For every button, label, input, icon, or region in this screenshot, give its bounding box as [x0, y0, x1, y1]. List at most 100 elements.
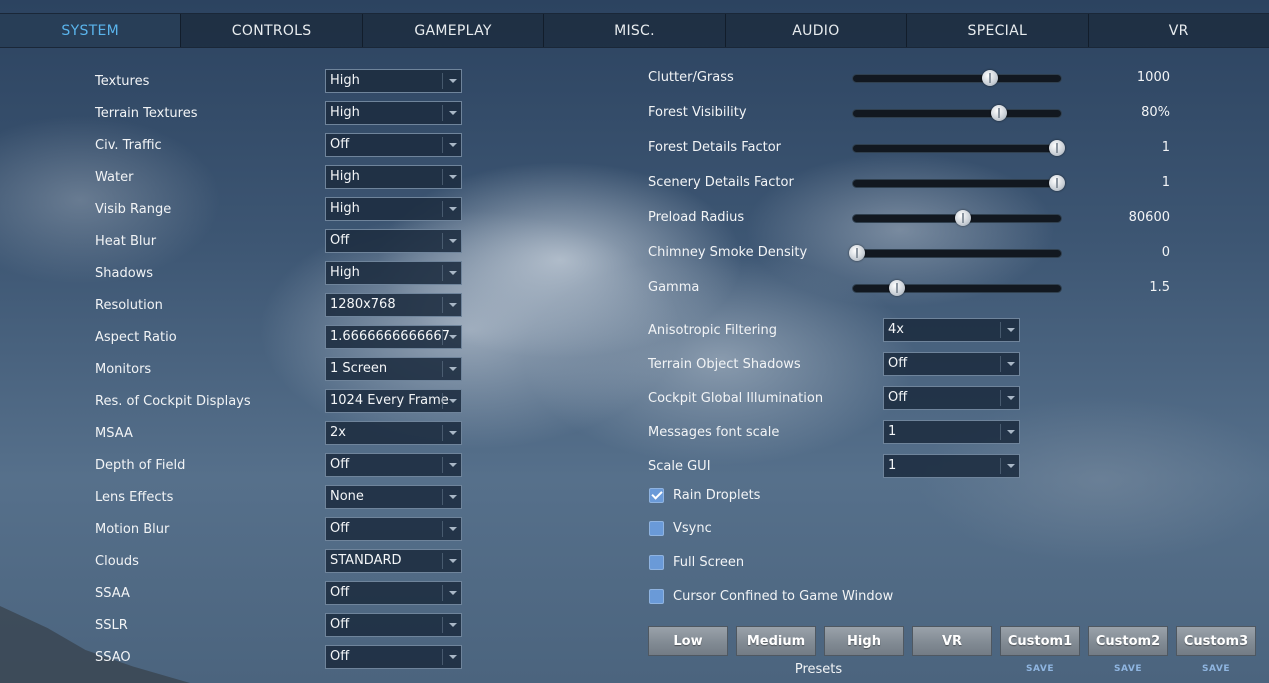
dropdown-value: Off	[330, 585, 350, 600]
setting-label: SSAA	[95, 586, 130, 601]
setting-label: Monitors	[95, 362, 152, 377]
setting-label: Visib Range	[95, 202, 172, 217]
sslr-dropdown[interactable]: Off	[325, 613, 462, 637]
setting-label: Aspect Ratio	[95, 330, 177, 345]
depth-of-field-dropdown[interactable]: Off	[325, 453, 462, 477]
vsync-checkbox[interactable]	[649, 521, 664, 536]
ssaa-dropdown[interactable]: Off	[325, 581, 462, 605]
cursor-confined-to-game-window-checkbox[interactable]	[649, 589, 664, 604]
terrain-object-shadows-dropdown[interactable]: Off	[883, 352, 1020, 376]
messages-font-scale-dropdown[interactable]: 1	[883, 420, 1020, 444]
slider-thumb[interactable]	[990, 105, 1007, 121]
preset-low-button[interactable]: Low	[648, 626, 728, 656]
res-of-cockpit-displays-dropdown[interactable]: 1024 Every Frame	[325, 389, 462, 413]
anisotropic-filtering-dropdown[interactable]: 4x	[883, 318, 1020, 342]
presets-label: Presets	[794, 662, 843, 677]
setting-row-motion-blur: Motion Blur Off	[95, 517, 462, 543]
lens-effects-dropdown[interactable]: None	[325, 485, 462, 509]
clouds-dropdown[interactable]: STANDARD	[325, 549, 462, 573]
slider-label: Scenery Details Factor	[648, 175, 794, 190]
tab-special[interactable]: SPECIAL	[907, 14, 1089, 47]
slider-value: 1.5	[1149, 280, 1170, 295]
tab-controls[interactable]: CONTROLS	[181, 14, 363, 47]
slider-thumb[interactable]	[1048, 175, 1065, 191]
preset-vr-button[interactable]: VR	[912, 626, 992, 656]
dropdown-value: 1 Screen	[330, 361, 388, 376]
setting-row-clouds: Clouds STANDARD	[95, 549, 462, 575]
slider-value: 1	[1161, 175, 1170, 190]
slider-thumb[interactable]	[849, 245, 866, 261]
checkbox-row-rain-droplets[interactable]: Rain Droplets	[648, 486, 948, 506]
setting-row-textures: Textures High	[95, 69, 462, 95]
preset-custom3-button[interactable]: Custom3	[1176, 626, 1256, 656]
tab-gameplay[interactable]: GAMEPLAY	[363, 14, 545, 47]
clutter-grass-slider-track[interactable]	[852, 70, 1062, 86]
chevron-down-icon	[449, 559, 457, 563]
save-custom1-link[interactable]: SAVE	[1000, 664, 1080, 674]
setting-label: Clouds	[95, 554, 139, 569]
resolution-dropdown[interactable]: 1280x768	[325, 293, 462, 317]
scale-gui-dropdown[interactable]: 1	[883, 454, 1020, 478]
checkbox-row-vsync[interactable]: Vsync	[648, 519, 948, 539]
tab-system[interactable]: SYSTEM	[0, 14, 182, 47]
slider-thumb[interactable]	[982, 70, 999, 86]
shadows-dropdown[interactable]: High	[325, 261, 462, 285]
msaa-dropdown[interactable]: 2x	[325, 421, 462, 445]
tab-audio[interactable]: AUDIO	[726, 14, 908, 47]
dropdown-value: High	[330, 201, 360, 216]
setting-label: MSAA	[95, 426, 133, 441]
civ-traffic-dropdown[interactable]: Off	[325, 133, 462, 157]
checkbox-row-cursor-confined-to-game-window[interactable]: Cursor Confined to Game Window	[648, 587, 948, 607]
dropdown-separator	[442, 297, 443, 313]
slider-row-forest-visibility: Forest Visibility 80%	[648, 102, 1178, 126]
preset-medium-button[interactable]: Medium	[736, 626, 816, 656]
save-custom2-link[interactable]: SAVE	[1088, 664, 1168, 674]
dropdown-separator	[442, 457, 443, 473]
slider-thumb[interactable]	[888, 280, 905, 296]
chevron-down-icon	[449, 399, 457, 403]
checkbox-row-full-screen[interactable]: Full Screen	[648, 553, 948, 573]
slider-thumb[interactable]	[1048, 140, 1065, 156]
dropdown-separator	[1000, 424, 1001, 440]
checkbox-label: Vsync	[673, 521, 712, 536]
tab-vr[interactable]: VR	[1089, 14, 1269, 47]
cockpit-global-illumination-dropdown[interactable]: Off	[883, 386, 1020, 410]
save-custom3-link[interactable]: SAVE	[1176, 664, 1256, 674]
scenery-details-factor-slider-track[interactable]	[852, 175, 1065, 191]
monitors-dropdown[interactable]: 1 Screen	[325, 357, 462, 381]
dropdown-value: High	[330, 169, 360, 184]
dropdown-value: 1.6666666666667	[330, 329, 450, 344]
dropdown-value: Off	[330, 457, 350, 472]
preset-high-button[interactable]: High	[824, 626, 904, 656]
tab-misc[interactable]: MISC.	[544, 14, 726, 47]
slider-thumb[interactable]	[955, 210, 972, 226]
terrain-textures-dropdown[interactable]: High	[325, 101, 462, 125]
gamma-slider-track[interactable]	[852, 280, 1062, 296]
water-dropdown[interactable]: High	[325, 165, 462, 189]
setting-label: Cockpit Global Illumination	[648, 391, 824, 406]
ssao-dropdown[interactable]: Off	[325, 645, 462, 669]
setting-row-visib-range: Visib Range High	[95, 197, 462, 223]
rain-droplets-checkbox[interactable]	[649, 488, 664, 503]
dropdown-separator	[442, 137, 443, 153]
aspect-ratio-dropdown[interactable]: 1.6666666666667	[325, 325, 462, 349]
dropdown-separator	[442, 649, 443, 665]
setting-label: Anisotropic Filtering	[648, 323, 778, 338]
preset-custom2-button[interactable]: Custom2	[1088, 626, 1168, 656]
dropdown-value: STANDARD	[330, 553, 402, 568]
heat-blur-dropdown[interactable]: Off	[325, 229, 462, 253]
forest-visibility-slider-track[interactable]	[852, 105, 1062, 121]
dropdown-value: Off	[888, 356, 908, 371]
dropdown-value: 2x	[330, 425, 346, 440]
setting-row-aspect-ratio: Aspect Ratio 1.6666666666667	[95, 325, 462, 351]
visib-range-dropdown[interactable]: High	[325, 197, 462, 221]
forest-details-factor-slider-track[interactable]	[852, 140, 1065, 156]
textures-dropdown[interactable]: High	[325, 69, 462, 93]
preload-radius-slider-track[interactable]	[852, 210, 1062, 226]
full-screen-checkbox[interactable]	[649, 555, 664, 570]
preset-custom1-button[interactable]: Custom1	[1000, 626, 1080, 656]
dropdown-separator	[442, 425, 443, 441]
motion-blur-dropdown[interactable]: Off	[325, 517, 462, 541]
chimney-smoke-density-slider-track[interactable]	[849, 245, 1062, 261]
dropdown-separator	[442, 73, 443, 89]
